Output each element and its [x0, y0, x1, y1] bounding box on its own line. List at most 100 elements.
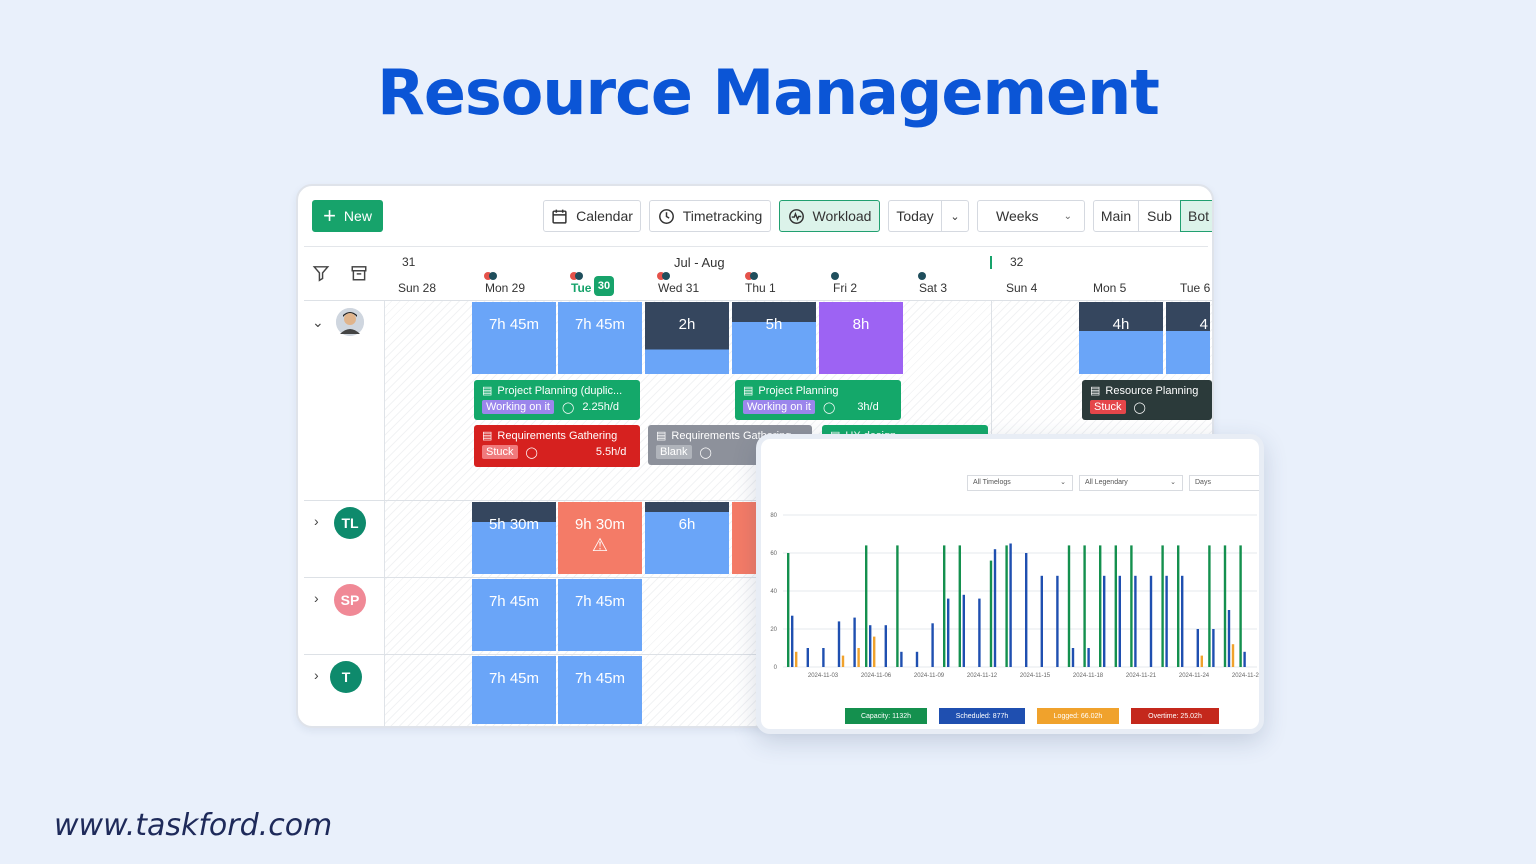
bar-s: [993, 549, 997, 667]
filter-icon[interactable]: [312, 264, 330, 282]
bar-c: [865, 545, 868, 667]
y-tick-label: 80: [770, 513, 777, 519]
bar-s: [947, 598, 950, 667]
event-dot: [831, 272, 839, 280]
workload-cell[interactable]: 4: [1166, 302, 1210, 374]
bar-s: [915, 651, 919, 667]
day-label: Sun 28: [398, 281, 437, 295]
y-tick-label: 0: [774, 665, 778, 671]
avatar[interactable]: T: [330, 661, 362, 693]
bar-s: [1103, 575, 1106, 667]
bar-s: [1212, 629, 1215, 667]
workload-button[interactable]: Workload: [779, 200, 880, 232]
workload-cell[interactable]: 5h 30m: [472, 502, 556, 574]
bar-s: [1149, 575, 1153, 667]
calendar-button[interactable]: Calendar: [543, 200, 641, 232]
workload-cell[interactable]: 7h 45m: [472, 579, 556, 651]
expand-icon[interactable]: ›: [314, 667, 319, 683]
bar-c: [958, 545, 961, 667]
workload-cell[interactable]: 2h: [645, 302, 729, 374]
task-bar[interactable]: ▤ Requirements Gathering Stuck ◯ 5.5h/d: [474, 425, 640, 467]
status-badge: Blank: [656, 445, 692, 459]
legend-capacity: Capacity: 1132h: [845, 708, 927, 724]
avatar[interactable]: [334, 306, 366, 338]
archive-icon[interactable]: [350, 264, 368, 282]
today-button[interactable]: Today: [888, 200, 942, 232]
website-url: www.taskford.com: [54, 808, 333, 843]
x-tick-label: 2024-11-15: [1020, 673, 1051, 679]
bar-c: [896, 545, 899, 667]
y-tick-label: 20: [770, 627, 777, 633]
sub-toggle[interactable]: Sub: [1138, 200, 1181, 232]
bar-l: [873, 636, 876, 667]
timelogs-filter[interactable]: All Timelogs ⌄: [967, 475, 1073, 491]
expand-icon[interactable]: ›: [314, 513, 319, 529]
bar-s: [1009, 543, 1012, 667]
workload-cell[interactable]: 4h: [1079, 302, 1163, 374]
x-tick-label: 2024-11-09: [914, 673, 945, 679]
comment-icon: ◯: [562, 401, 575, 414]
today-badge: 30: [594, 276, 614, 296]
comment-icon: ◯: [525, 446, 538, 459]
legend-scheduled: Scheduled: 877h: [939, 708, 1025, 724]
task-bar[interactable]: ▤ Resource Planning Stuck ◯: [1082, 380, 1212, 420]
bar-s: [884, 625, 887, 667]
workload-cell[interactable]: 5h: [732, 302, 816, 374]
days-filter[interactable]: Days: [1189, 475, 1259, 491]
avatar[interactable]: SP: [334, 584, 366, 616]
chevron-down-icon: ⌄: [950, 210, 960, 223]
new-button[interactable]: + New: [312, 200, 383, 232]
week-number: 32: [1010, 255, 1024, 269]
avatar[interactable]: TL: [334, 507, 366, 539]
day-label: Thu 1: [745, 281, 776, 295]
warning-icon: ⚠: [591, 535, 609, 555]
bar-s: [978, 598, 981, 667]
x-tick-label: 2024-11-12: [967, 673, 998, 679]
report-card: All Timelogs ⌄ All Legendary ⌄ Days 0 20 40 6…: [756, 434, 1264, 734]
bar-c: [1083, 545, 1086, 667]
both-toggle[interactable]: Bot: [1180, 200, 1212, 232]
bar-c: [1223, 545, 1227, 667]
task-bar[interactable]: ▤ Project Planning Working on it ◯ 3h/d: [735, 380, 901, 420]
workload-cell-overload[interactable]: 9h 30m ⚠: [558, 502, 642, 574]
bar-c: [943, 545, 946, 667]
status-badge: Stuck: [1090, 400, 1126, 414]
bar-c: [1114, 545, 1117, 667]
task-icon: ▤: [656, 430, 667, 442]
user-photo-icon: [336, 308, 364, 336]
bar-s: [1243, 651, 1246, 667]
bar-s: [1025, 553, 1028, 667]
task-icon: ▤: [482, 385, 493, 397]
x-tick-label: 2024-11-18: [1073, 673, 1104, 679]
status-badge: Working on it: [482, 400, 554, 414]
bar-l: [795, 651, 798, 667]
weeks-select[interactable]: Weeks ⌄: [977, 200, 1085, 232]
task-bar[interactable]: ▤ Project Planning (duplic... Working on …: [474, 380, 640, 420]
bar-s: [1087, 648, 1090, 667]
expand-icon[interactable]: ›: [314, 590, 319, 606]
month-range: Jul - Aug: [674, 255, 725, 270]
bar-l: [841, 655, 845, 667]
workload-cell[interactable]: 7h 45m: [472, 302, 556, 374]
week-marker: [990, 256, 992, 269]
bar-c: [1099, 545, 1102, 667]
workload-cell[interactable]: 7h 45m: [472, 656, 556, 724]
day-label: Mon 5: [1093, 281, 1127, 295]
legendary-filter[interactable]: All Legendary ⌄: [1079, 475, 1183, 491]
event-dot: [662, 272, 670, 280]
collapse-icon[interactable]: ⌄: [312, 314, 324, 331]
chevron-down-icon: ⌄: [1063, 210, 1072, 222]
bar-s: [1071, 648, 1075, 667]
main-toggle[interactable]: Main: [1093, 200, 1139, 232]
workload-cell[interactable]: 7h 45m: [558, 656, 642, 724]
workload-cell-overload[interactable]: 8h: [819, 302, 903, 374]
today-dropdown[interactable]: ⌄: [941, 200, 969, 232]
timetracking-button[interactable]: Timetracking: [649, 200, 771, 232]
comment-icon: ◯: [699, 446, 712, 459]
workload-cell[interactable]: 7h 45m: [558, 302, 642, 374]
workload-cell[interactable]: 7h 45m: [558, 579, 642, 651]
legend-logged: Logged: 66.02h: [1037, 708, 1119, 724]
bar-s: [822, 648, 825, 667]
bar-s: [1040, 575, 1043, 667]
workload-cell[interactable]: 6h: [645, 502, 729, 574]
